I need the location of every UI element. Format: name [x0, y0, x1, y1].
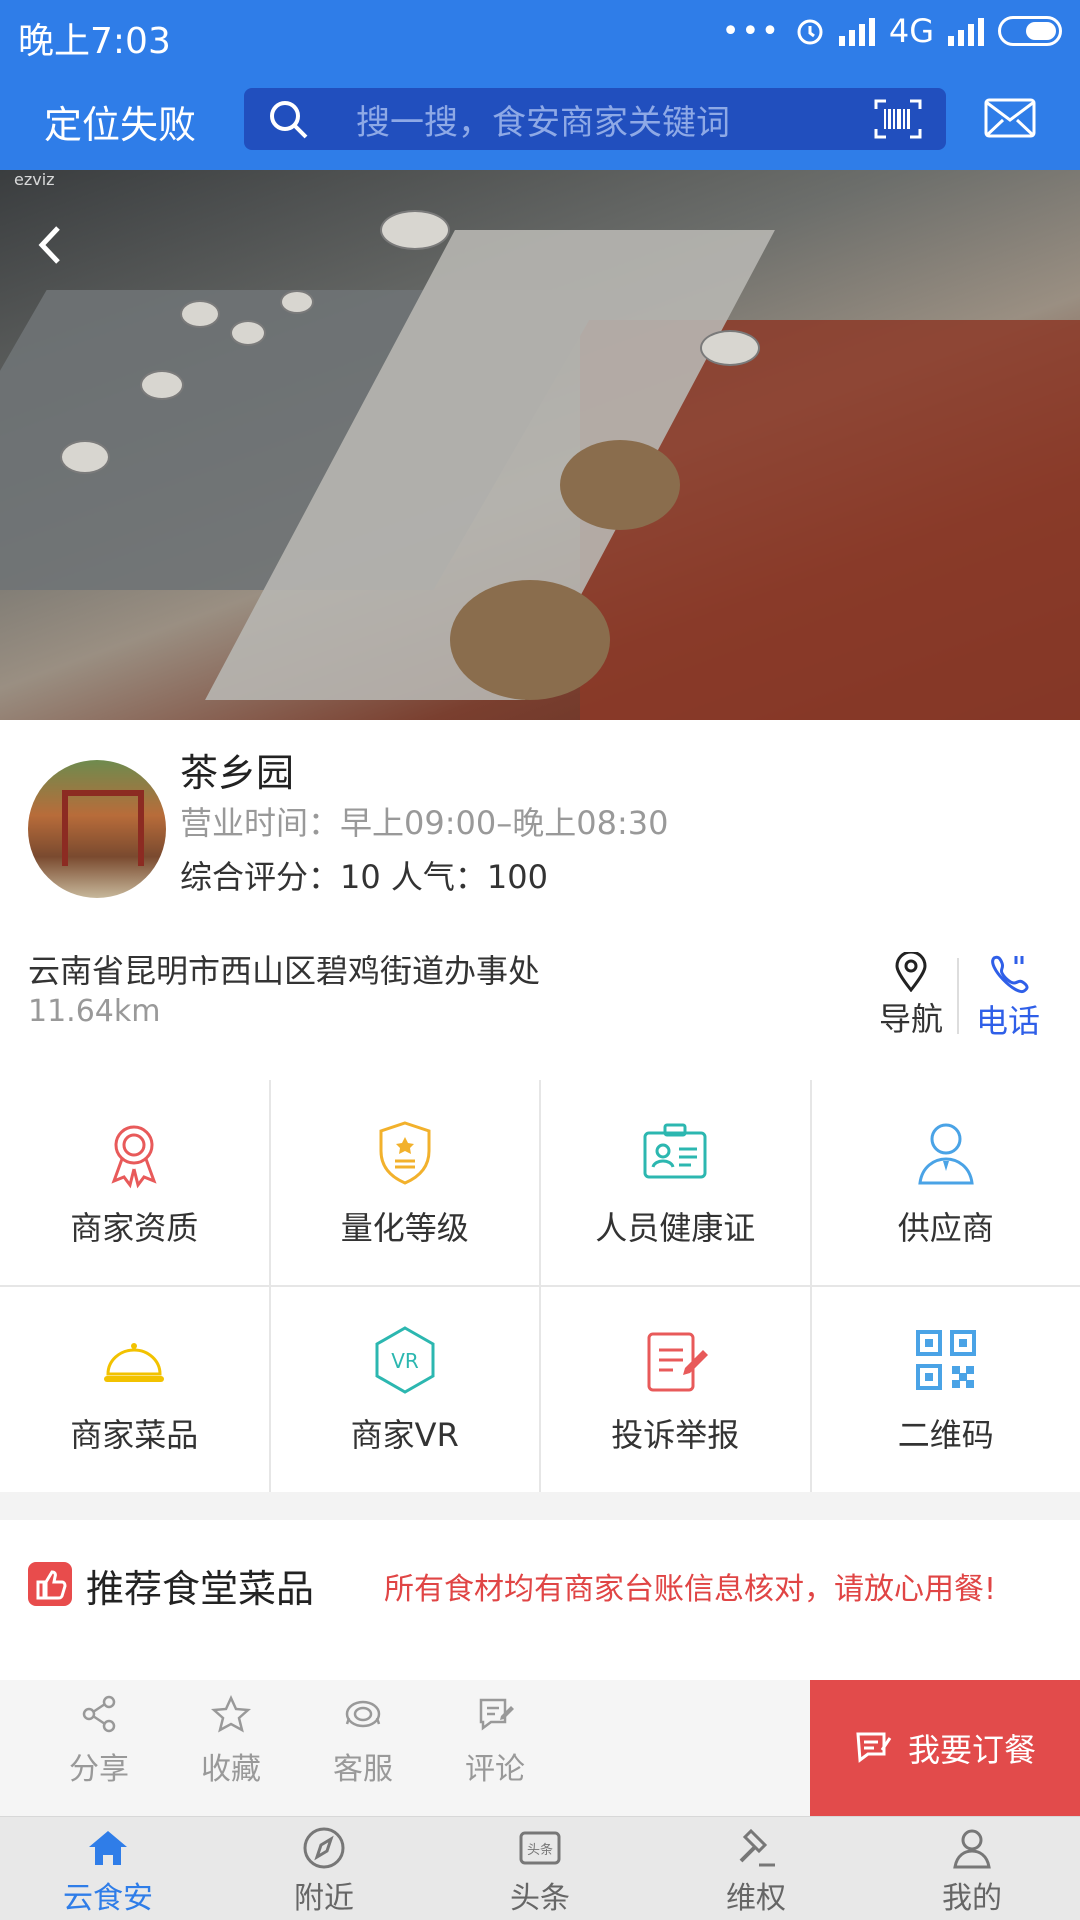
signal-icon-2 [948, 16, 984, 46]
cutting-board-shape-2 [560, 440, 680, 530]
battery-icon [998, 16, 1062, 46]
camera-watermark: ezviz [14, 170, 55, 189]
recommend-note: 所有食材均有商家台账信息核对，请放心用餐! [384, 1572, 997, 1607]
back-arrow-icon[interactable] [30, 220, 70, 270]
headline-icon: 头条 [519, 1831, 561, 1865]
share-label: 分享 [69, 1752, 129, 1787]
compass-icon [303, 1827, 345, 1869]
svg-text:VR: VR [391, 1349, 419, 1373]
shop-rating: 综合评分：10 人气：100 [180, 858, 548, 896]
gavel-icon [739, 1828, 775, 1867]
tab-label: 云食安 [63, 1881, 153, 1916]
recommend-section: 推荐食堂菜品 所有食材均有商家台账信息核对，请放心用餐! [0, 1520, 1080, 1680]
barcode-scan-icon[interactable] [874, 99, 922, 139]
shop-hours: 营业时间：早上09:00–晚上08:30 [180, 804, 669, 842]
award-ribbon-icon [111, 1125, 157, 1188]
call-button[interactable]: 电话 [968, 952, 1048, 1042]
alarm-icon [797, 19, 823, 45]
top-bar: 晚上7:03 ••• 4G 定位失败 搜一搜，食安商家关键词 [0, 0, 1080, 170]
grid-item-complaint[interactable]: 投诉举报 [541, 1287, 810, 1492]
grid-label: 二维码 [897, 1415, 994, 1454]
home-icon [89, 1831, 127, 1865]
grid-item-rating-level[interactable]: 量化等级 [270, 1080, 539, 1285]
vr-hexagon-icon: VR [375, 1325, 435, 1394]
signal-icon [838, 16, 875, 46]
qr-code-icon [915, 1329, 976, 1390]
person-icon [918, 1123, 974, 1184]
call-label: 电话 [975, 1002, 1040, 1040]
navigate-button[interactable]: 导航 [876, 952, 946, 1040]
grid-label: 商家菜品 [70, 1415, 199, 1454]
grid-label: 商家VR [350, 1415, 459, 1454]
more-dots-icon: ••• [721, 13, 781, 49]
feature-grid: 商家资质 量化等级 人员健康证 供应商 商家菜品 VR 商家VR 投诉举报 二维… [0, 1080, 1080, 1492]
kitchen-camera-image: ezviz [0, 170, 1080, 720]
tab-label: 头条 [510, 1881, 570, 1916]
navigate-label: 导航 [878, 1000, 943, 1038]
id-card-icon [643, 1123, 707, 1178]
status-icons: ••• 4G [722, 12, 1062, 50]
action-bar: 分享 收藏 客服 评论 我要订餐 [0, 1680, 1080, 1816]
search-bar[interactable]: 搜一搜，食安商家关键词 [244, 88, 946, 150]
shop-info-card: 茶乡园 营业时间：早上09:00–晚上08:30 综合评分：10 人气：100 … [0, 720, 1080, 1080]
grid-label: 投诉举报 [611, 1415, 740, 1454]
tab-home[interactable]: 云食安 [0, 1817, 216, 1920]
thumbs-up-icon [28, 1562, 72, 1606]
order-icon [856, 1732, 892, 1763]
badge-shield-icon [379, 1120, 431, 1185]
service-label: 客服 [333, 1752, 393, 1787]
grid-label: 人员健康证 [595, 1208, 756, 1247]
recommend-title: 推荐食堂菜品 [86, 1567, 315, 1611]
svg-text:头条: 头条 [527, 1842, 553, 1858]
shop-distance: 11.64km [28, 994, 161, 1029]
grid-item-supplier[interactable]: 供应商 [811, 1080, 1080, 1285]
bottom-tab-bar: 云食安 附近 头条 头条 维权 我的 [0, 1816, 1080, 1920]
status-bar: 晚上7:03 ••• 4G [0, 0, 1080, 68]
search-input[interactable]: 搜一搜，食安商家关键词 [356, 95, 874, 144]
tab-nearby[interactable]: 附近 [216, 1817, 432, 1920]
grid-item-vr[interactable]: VR 商家VR [270, 1287, 539, 1492]
network-type: 4G [888, 12, 934, 50]
shop-address: 云南省昆明市西山区碧鸡街道办事处 [28, 952, 541, 990]
tab-label: 我的 [942, 1881, 1002, 1916]
service-button[interactable]: 客服 [308, 1694, 418, 1788]
tab-headlines[interactable]: 头条 头条 [432, 1817, 648, 1920]
grid-item-health-cert[interactable]: 人员健康证 [541, 1080, 810, 1285]
headset-icon [345, 1700, 381, 1728]
favorite-button[interactable]: 收藏 [176, 1694, 286, 1788]
header: 定位失败 搜一搜，食安商家关键词 [0, 80, 1080, 162]
comment-label: 评论 [465, 1752, 525, 1787]
grid-label: 供应商 [897, 1208, 994, 1247]
map-pin-icon [895, 952, 927, 992]
tab-rights[interactable]: 维权 [648, 1817, 864, 1920]
user-icon [953, 1829, 991, 1869]
grid-label: 商家资质 [70, 1208, 199, 1247]
edit-note-icon [479, 1698, 514, 1731]
tab-me[interactable]: 我的 [864, 1817, 1080, 1920]
favorite-label: 收藏 [201, 1752, 261, 1787]
share-icon [82, 1695, 116, 1733]
grid-item-qualification[interactable]: 商家资质 [0, 1080, 269, 1285]
share-button[interactable]: 分享 [44, 1694, 154, 1788]
star-icon [211, 1694, 251, 1733]
grid-item-dishes[interactable]: 商家菜品 [0, 1287, 269, 1492]
cutting-board-shape [450, 580, 610, 700]
food-cloche-icon [104, 1342, 165, 1382]
search-icon [270, 101, 308, 139]
shop-name: 茶乡园 [180, 751, 295, 795]
mail-icon[interactable] [984, 98, 1036, 138]
status-time: 晚上7:03 [18, 21, 171, 62]
comment-button[interactable]: 评论 [440, 1694, 550, 1788]
phone-icon [991, 955, 1029, 993]
tab-label: 维权 [726, 1881, 786, 1916]
location-button[interactable]: 定位失败 [44, 94, 196, 149]
order-button[interactable]: 我要订餐 [810, 1680, 1080, 1816]
order-label: 我要订餐 [907, 1731, 1036, 1769]
report-form-icon [647, 1332, 709, 1391]
shop-avatar [28, 760, 166, 898]
grid-label: 量化等级 [340, 1208, 469, 1247]
tab-label: 附近 [294, 1881, 354, 1916]
divider [957, 958, 959, 1034]
grid-item-qrcode[interactable]: 二维码 [811, 1287, 1080, 1492]
